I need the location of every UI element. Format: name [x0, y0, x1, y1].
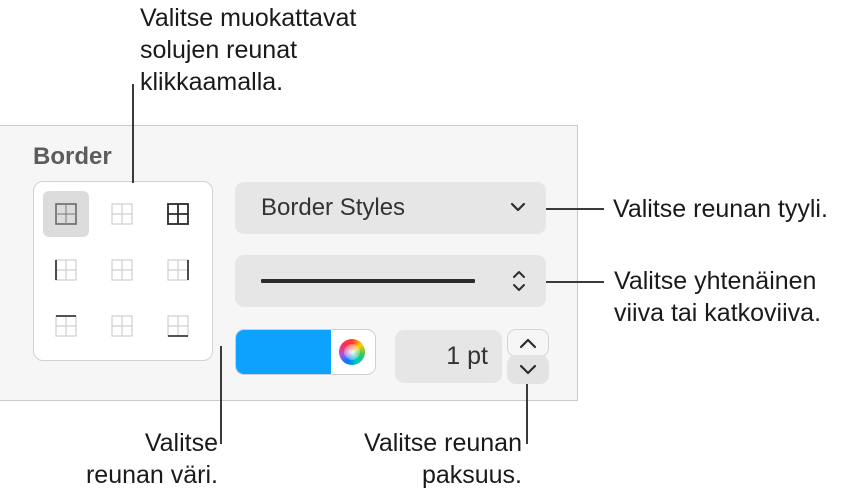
up-down-chevron-icon — [511, 268, 527, 299]
border-color-well[interactable] — [235, 329, 376, 375]
thickness-value: 1 pt — [446, 342, 488, 370]
line-style-popup[interactable] — [235, 255, 546, 307]
callout-line: paksuus. — [421, 461, 522, 489]
callout-border-thickness: Valitse reunan paksuus. — [364, 427, 522, 491]
chevron-down-icon — [508, 197, 528, 222]
callout-border-color: Valitse reunan väri. — [86, 427, 218, 491]
callout-line: viiva tai katkoviiva. — [614, 299, 822, 327]
callout-line: solujen reunat — [140, 36, 298, 64]
chevron-up-icon — [519, 338, 537, 349]
inside-vertical-border-icon[interactable] — [99, 247, 145, 293]
panel-title: Border — [33, 143, 112, 170]
outside-and-inside-borders-icon[interactable] — [155, 191, 201, 237]
border-thickness-field[interactable]: 1 pt — [395, 330, 502, 383]
callout-line: klikkaamalla. — [140, 68, 284, 96]
left-border-icon[interactable] — [43, 247, 89, 293]
stepper-down-button[interactable] — [507, 355, 549, 384]
all-borders-icon[interactable] — [43, 191, 89, 237]
inside-horizontal-border-icon[interactable] — [99, 303, 145, 349]
leader-line-border-thickness — [526, 384, 528, 444]
callout-line: Valitse reunan — [364, 429, 522, 457]
callout-line: Valitse — [144, 429, 218, 457]
line-style-sample — [261, 279, 475, 283]
color-wheel-icon[interactable] — [339, 339, 365, 365]
border-selector-grid — [33, 181, 213, 361]
inside-borders-icon[interactable] — [99, 191, 145, 237]
leader-line-line-type — [546, 281, 604, 283]
callout-line: Valitse reunan tyyli. — [613, 195, 828, 223]
callout-line-type: Valitse yhtenäinen viiva tai katkoviiva. — [614, 265, 821, 329]
callout-border-style: Valitse reunan tyyli. — [613, 193, 828, 225]
leader-line-border-style — [546, 208, 604, 210]
color-swatch[interactable] — [236, 330, 331, 374]
callout-line: Valitse yhtenäinen — [614, 267, 817, 295]
leader-line-border-color — [220, 346, 222, 444]
border-styles-dropdown[interactable]: Border Styles — [235, 182, 546, 234]
right-border-icon[interactable] — [155, 247, 201, 293]
thickness-stepper[interactable] — [507, 329, 549, 384]
stepper-up-button[interactable] — [507, 329, 549, 357]
callout-cell-edges: Valitse muokattavat solujen reunat klikk… — [140, 2, 356, 98]
border-styles-label: Border Styles — [261, 194, 406, 221]
chevron-down-icon — [519, 364, 537, 374]
bottom-border-icon[interactable] — [155, 303, 201, 349]
callout-line: reunan väri. — [85, 461, 218, 489]
callout-line: Valitse muokattavat — [140, 4, 357, 32]
leader-line-cell-edges — [132, 84, 134, 183]
top-border-icon[interactable] — [43, 303, 89, 349]
